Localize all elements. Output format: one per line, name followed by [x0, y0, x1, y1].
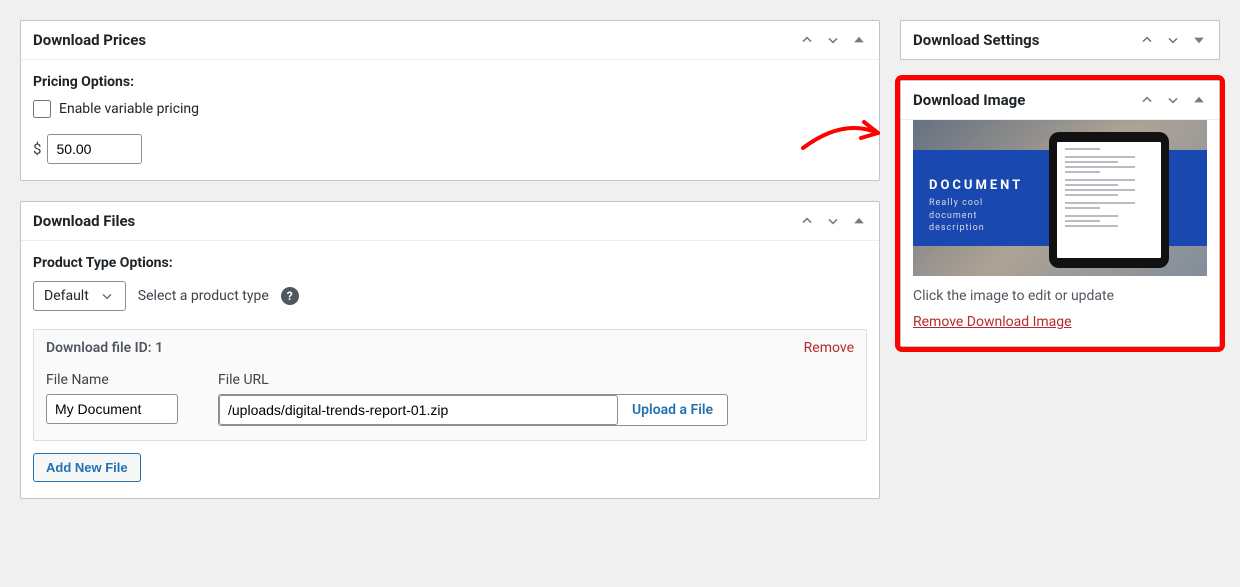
upload-file-link[interactable]: Upload a File — [618, 402, 727, 418]
file-name-input[interactable] — [46, 394, 178, 424]
move-down-icon[interactable] — [825, 32, 841, 48]
download-image-title: Download Image — [913, 91, 1139, 109]
collapse-toggle-icon[interactable] — [851, 32, 867, 48]
file-name-label: File Name — [46, 372, 178, 388]
preview-sub2: document — [929, 210, 1023, 223]
download-files-header: Download Files — [21, 202, 879, 241]
move-down-icon[interactable] — [1165, 32, 1181, 48]
download-files-metabox: Download Files Product Type Options: Def… — [20, 201, 880, 499]
preview-sub3: description — [929, 222, 1023, 235]
chevron-down-icon — [99, 288, 115, 304]
move-up-icon[interactable] — [1139, 32, 1155, 48]
collapse-toggle-icon[interactable] — [1191, 92, 1207, 108]
pricing-options-label: Pricing Options: — [33, 74, 867, 90]
collapse-toggle-icon[interactable] — [851, 213, 867, 229]
price-input[interactable] — [47, 134, 142, 164]
remove-download-image-link[interactable]: Remove Download Image — [913, 314, 1072, 330]
enable-variable-pricing-row[interactable]: Enable variable pricing — [33, 100, 867, 118]
tablet-mockup — [1049, 132, 1169, 268]
collapse-toggle-icon[interactable] — [1191, 32, 1207, 48]
currency-symbol: $ — [33, 140, 41, 158]
product-type-options-label: Product Type Options: — [33, 255, 867, 271]
download-file-block: Download file ID: 1 Remove File Name Fil… — [33, 329, 867, 441]
download-files-title: Download Files — [33, 212, 799, 230]
file-url-label: File URL — [218, 372, 728, 388]
enable-variable-pricing-checkbox[interactable] — [33, 100, 51, 118]
download-prices-header: Download Prices — [21, 21, 879, 60]
product-type-value: Default — [44, 288, 89, 304]
move-up-icon[interactable] — [799, 213, 815, 229]
move-up-icon[interactable] — [799, 32, 815, 48]
enable-variable-pricing-label: Enable variable pricing — [59, 101, 199, 117]
preview-sub1: Really cool — [929, 197, 1023, 210]
move-down-icon[interactable] — [1165, 92, 1181, 108]
download-settings-title: Download Settings — [913, 31, 1139, 49]
download-image-helper: Click the image to edit or update — [913, 288, 1207, 304]
remove-file-link[interactable]: Remove — [804, 340, 854, 356]
file-url-input[interactable] — [219, 395, 618, 425]
download-settings-metabox: Download Settings — [900, 20, 1220, 60]
product-type-select[interactable]: Default — [33, 281, 126, 311]
download-image-preview[interactable]: DOCUMENT Really cool document descriptio… — [913, 120, 1207, 276]
product-type-helper: Select a product type — [138, 288, 269, 304]
download-file-id-label: Download file ID: 1 — [46, 340, 804, 356]
add-new-file-button[interactable]: Add New File — [33, 453, 141, 482]
download-image-metabox: Download Image DOCUMENT Really cool docu… — [900, 80, 1220, 347]
preview-headline: DOCUMENT — [929, 178, 1023, 193]
help-icon[interactable]: ? — [281, 287, 299, 305]
price-row: $ — [33, 134, 867, 164]
download-prices-title: Download Prices — [33, 31, 799, 49]
move-up-icon[interactable] — [1139, 92, 1155, 108]
file-url-field: Upload a File — [218, 394, 728, 426]
download-prices-metabox: Download Prices Pricing Options: Enable … — [20, 20, 880, 181]
move-down-icon[interactable] — [825, 213, 841, 229]
